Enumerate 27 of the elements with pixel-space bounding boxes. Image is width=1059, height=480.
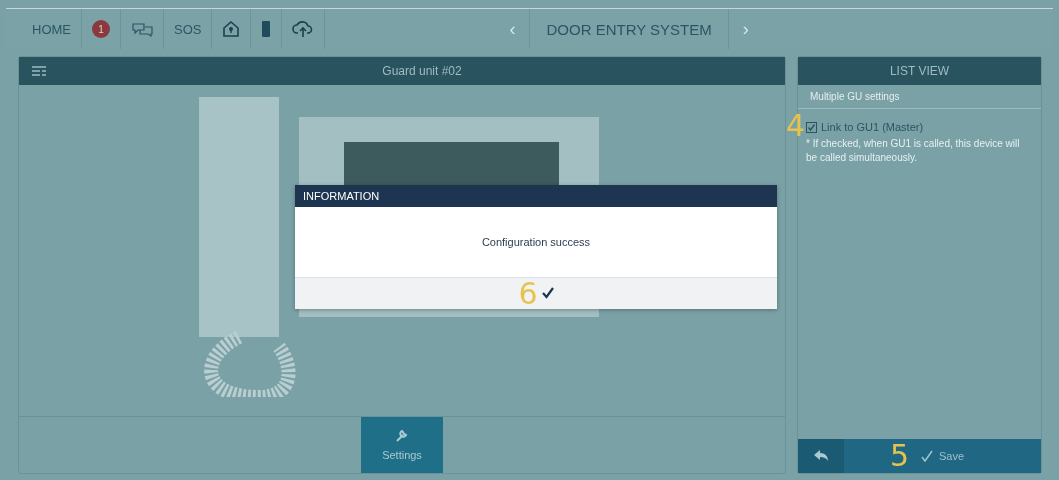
page-title: DOOR ENTRY SYSTEM	[529, 9, 729, 49]
cloud-upload-icon[interactable]	[292, 20, 315, 38]
annotation-number: 6	[518, 278, 538, 309]
next-arrow[interactable]: ›	[728, 18, 763, 40]
home-link[interactable]: HOME	[22, 9, 82, 49]
previous-arrow[interactable]: ‹	[495, 18, 530, 40]
checkmark-icon	[920, 450, 933, 462]
checkbox-label: Link to GU1 (Master)	[821, 121, 924, 133]
annotation-number: 5	[890, 441, 910, 471]
panel-title: Guard unit #02	[381, 64, 463, 78]
wrench-icon	[395, 429, 409, 443]
checkbox[interactable]	[806, 121, 817, 133]
dialog-message: Configuration success	[481, 236, 591, 248]
settings-button[interactable]: Settings	[361, 417, 443, 473]
messages-icon[interactable]	[131, 21, 153, 37]
notification-badge[interactable]: 1	[92, 20, 110, 38]
annotation-number: 4	[786, 111, 806, 141]
back-arrow-icon	[814, 450, 828, 462]
door-icon[interactable]	[261, 20, 272, 38]
house-icon[interactable]	[222, 20, 241, 38]
list-view-title: LIST VIEW	[888, 64, 951, 78]
back-button[interactable]	[798, 439, 844, 473]
sos-link[interactable]: SOS	[164, 9, 213, 49]
section-label: Multiple GU settings	[798, 85, 1041, 109]
dialog-title: INFORMATION	[295, 185, 777, 207]
menu-icon[interactable]	[32, 66, 46, 76]
option-note: * If checked, when GU1 is called, this device will be called simultaneously.	[806, 137, 1021, 165]
